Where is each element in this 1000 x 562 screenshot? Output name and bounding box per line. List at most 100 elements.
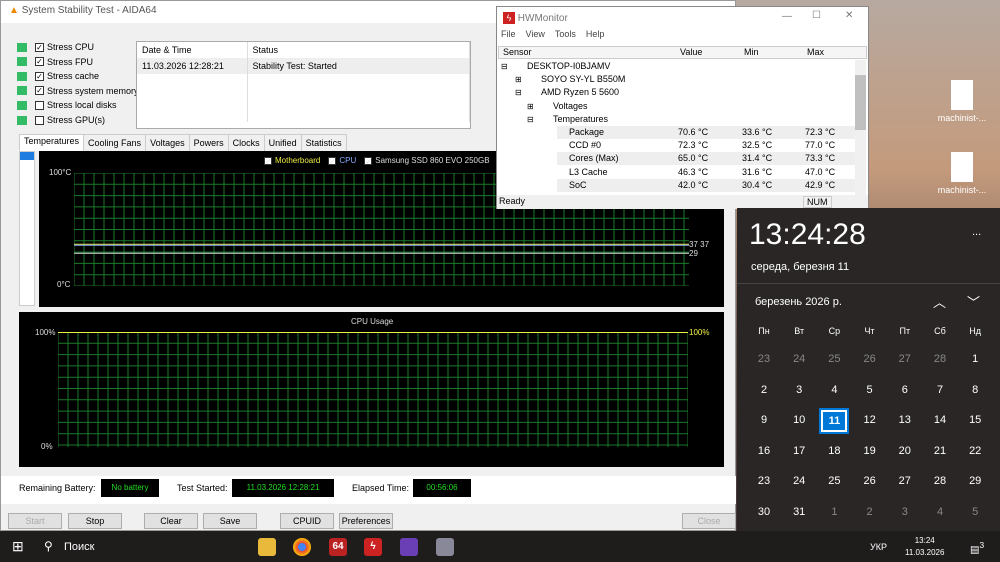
checkbox[interactable]: ✓ [35,42,44,52]
checkbox[interactable] [35,115,44,125]
month-label[interactable]: березень 2026 р. [755,296,842,308]
calendar-day[interactable]: 5 [855,384,885,396]
cpu-app-icon[interactable] [400,538,418,556]
tree-node[interactable]: ⊞ Voltages [497,100,855,113]
taskbar-clock[interactable]: 13:24 11.03.2026 [905,535,944,559]
calendar-day[interactable]: 4 [819,384,849,396]
calendar-day[interactable]: 26 [855,353,885,365]
calendar-day[interactable]: 5 [960,506,990,518]
stop-button[interactable]: Stop [68,513,122,529]
windows-start-icon[interactable]: ⊞ [12,538,24,555]
tree-node[interactable]: ⊟ DESKTOP-I0BJAMV [497,60,855,73]
tab-powers[interactable]: Powers [188,134,229,152]
menu-help[interactable]: Help [586,29,605,39]
tab-statistics[interactable]: Statistics [300,134,347,152]
desktop-icon[interactable]: machinist-... [937,80,987,123]
menu-view[interactable]: View [526,29,545,39]
file-explorer-icon[interactable] [258,538,276,556]
col-header[interactable]: Sensor [503,47,532,57]
menu-tools[interactable]: Tools [555,29,576,39]
sensor-row[interactable]: Package 70.6 °C 33.6 °C 72.3 °C [557,126,855,139]
calendar-day[interactable]: 29 [960,475,990,487]
calendar-day[interactable]: 26 [855,475,885,487]
calendar-day[interactable]: 17 [784,445,814,457]
tab-temperatures[interactable]: Temperatures [19,134,85,151]
calendar-day[interactable]: 28 [925,475,955,487]
stress-option[interactable]: ✓ Stress FPU [17,55,93,69]
tab-unified[interactable]: Unified [263,134,302,152]
calendar-day[interactable]: 4 [925,506,955,518]
aida64-taskbar-icon[interactable]: 64 [329,538,347,556]
calendar-day[interactable]: 15 [960,414,990,426]
cpuid-button[interactable]: CPUID [280,513,334,529]
calendar-day[interactable]: 13 [890,414,920,426]
calendar-day[interactable]: 20 [890,445,920,457]
calendar-day[interactable]: 11 [819,408,850,435]
tab-clocks[interactable]: Clocks [227,134,265,152]
sensor-row[interactable]: CCD #0 72.3 °C 32.5 °C 77.0 °C [557,139,855,153]
sensor-row[interactable]: SoC 42.0 °C 30.4 °C 42.9 °C [557,178,855,192]
clock-date[interactable]: середа, березня 11 [751,261,849,273]
hwm-scrollbar[interactable] [855,60,866,195]
checkbox[interactable]: ✓ [35,71,44,81]
checkbox[interactable]: ✓ [35,86,44,96]
calendar-day[interactable]: 24 [784,475,814,487]
calendar-day[interactable]: 18 [819,445,849,457]
chrome-icon[interactable] [293,538,311,556]
stress-option[interactable]: Stress GPU(s) [17,113,105,127]
calendar-day[interactable]: 28 [925,353,955,365]
app-icon[interactable] [436,538,454,556]
calendar-day[interactable]: 6 [890,384,920,396]
calendar-day[interactable]: 9 [749,414,779,426]
calendar-day[interactable]: 19 [855,445,885,457]
tab-voltages[interactable]: Voltages [145,134,190,152]
calendar-day[interactable]: 3 [784,384,814,396]
col-header[interactable]: Date & Time [137,42,248,58]
stress-option[interactable]: ✓ Stress CPU [17,40,94,54]
preferences-button[interactable]: Preferences [339,513,393,529]
col-header[interactable]: Value [680,47,702,57]
notification-icon[interactable]: ▤3 [970,540,984,555]
calendar-day[interactable]: 1 [819,506,849,518]
tree-node[interactable]: ⊞ SOYO SY-YL B550M [497,73,855,86]
more-icon[interactable]: ... [972,226,981,238]
calendar-day[interactable]: 2 [855,506,885,518]
calendar-day[interactable]: 23 [749,475,779,487]
tree-node[interactable]: ⊟ Temperatures [497,113,855,126]
stress-option[interactable]: ✓ Stress system memory [17,84,139,98]
clear-button[interactable]: Clear [144,513,198,529]
calendar-day[interactable]: 3 [890,506,920,518]
checkbox[interactable] [35,100,44,110]
calendar-day[interactable]: 23 [749,353,779,365]
calendar-day[interactable]: 12 [855,414,885,426]
start-button[interactable]: Start [8,513,62,529]
maximize-icon[interactable]: ☐ [812,10,821,21]
close-button[interactable]: Close [682,513,736,529]
sensor-row[interactable]: L3 Cache 46.3 °C 31.6 °C 47.0 °C [557,165,855,179]
calendar-day[interactable]: 10 [784,414,814,426]
chevron-down-icon[interactable]: ﹀ [967,292,980,311]
table-row[interactable]: 11.03.2026 12:28:21 Stability Test: Start… [137,58,470,74]
calendar-day[interactable]: 7 [925,384,955,396]
desktop-icon[interactable]: machinist-... [937,152,987,195]
calendar-day[interactable]: 25 [819,353,849,365]
language-indicator[interactable]: УКР [870,542,887,552]
legend-item[interactable]: ✓ CPU [328,156,356,165]
calendar-day[interactable]: 22 [960,445,990,457]
calendar-day[interactable]: 14 [925,414,955,426]
search-box[interactable]: ⚲ Поиск [36,531,186,562]
minimize-icon[interactable]: — [782,11,792,22]
close-icon[interactable]: ✕ [845,10,853,21]
checkbox[interactable]: ✓ [35,57,44,67]
sensor-scrollbar[interactable] [19,151,35,306]
stress-option[interactable]: ✓ Stress cache [17,69,99,83]
menu-file[interactable]: File [501,29,516,39]
calendar-day[interactable]: 31 [784,506,814,518]
calendar-day[interactable]: 27 [890,353,920,365]
tree-node[interactable]: ⊟ AMD Ryzen 5 5600 [497,86,855,99]
calendar-day[interactable]: 30 [749,506,779,518]
legend-item[interactable]: ✓ Samsung SSD 860 EVO 250GB [364,156,490,165]
col-header[interactable]: Status [247,42,470,58]
stress-option[interactable]: Stress local disks [17,98,117,112]
calendar-day[interactable]: 8 [960,384,990,396]
